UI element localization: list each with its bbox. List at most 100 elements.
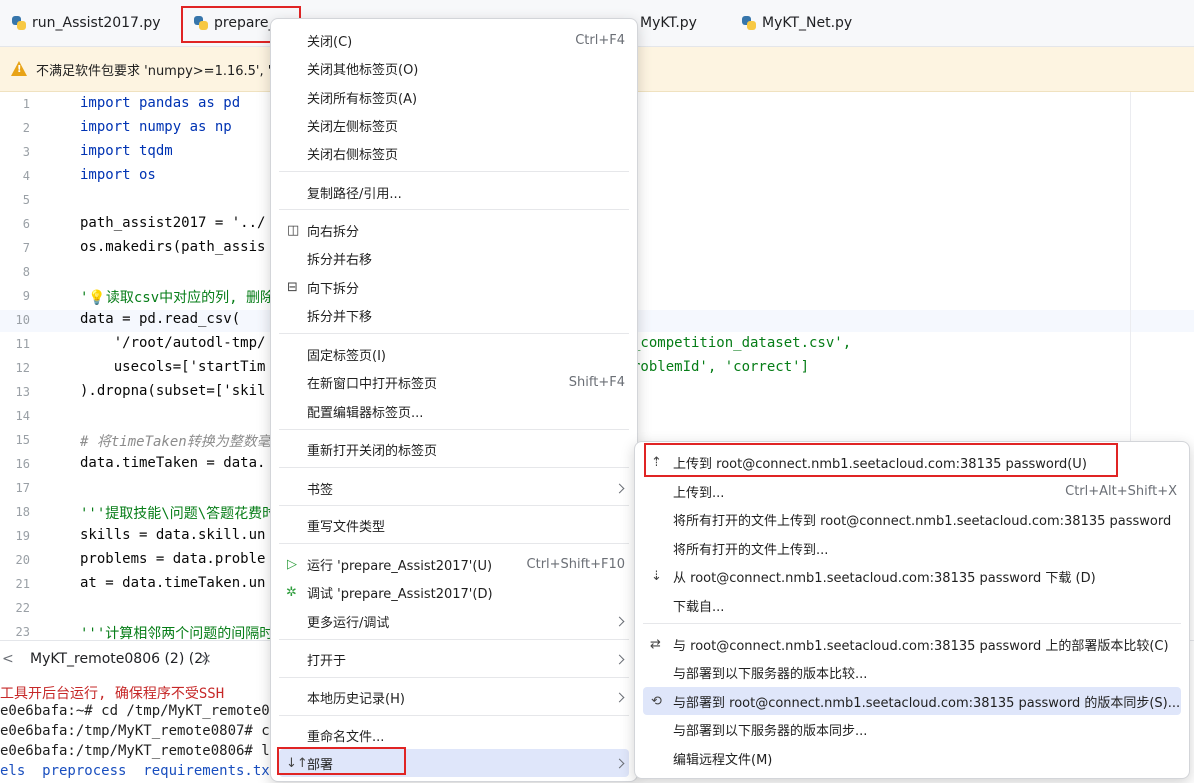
menu-item-compare-with-servers[interactable]: 与部署到以下服务器的版本比较...	[635, 658, 1189, 686]
terminal-line: e0e6bafa:~# cd /tmp/MyKT_remote0	[0, 703, 270, 719]
menu-item-close-all[interactable]: 关闭所有标签页(A)	[271, 83, 637, 111]
menu-item-download-from-server[interactable]: ⇣ 从 root@connect.nmb1.seetacloud.com:3813…	[635, 562, 1189, 590]
menu-item-split-move-down[interactable]: 拆分并下移	[271, 301, 637, 329]
code-line: '/root/autodl-tmp/	[80, 335, 266, 351]
terminal-line: els preprocess requirements.tx	[0, 763, 270, 779]
split-down-icon: ⊟	[287, 279, 298, 295]
line-number: 3	[22, 145, 30, 159]
menu-item-split-move-right[interactable]: 拆分并右移	[271, 244, 637, 272]
line-number: 2	[22, 121, 30, 135]
menu-item-label: 复制路径/引用...	[307, 186, 402, 202]
menu-separator	[279, 505, 629, 506]
menu-separator	[279, 467, 629, 468]
python-file-icon	[12, 16, 26, 30]
menu-item-shortcut: Shift+F4	[568, 374, 625, 390]
terminal-tab[interactable]: MyKT_remote0806 (2) (2)	[30, 651, 209, 667]
menu-item-close-left[interactable]: 关闭左侧标签页	[271, 111, 637, 139]
menu-item-label: 重命名文件...	[307, 729, 385, 745]
menu-item-label: 关闭(C)	[307, 34, 353, 50]
tab-run-assist2017[interactable]: run_Assist2017.py	[12, 0, 161, 46]
tab-context-menu: 关闭(C) Ctrl+F4 关闭其他标签页(O) 关闭所有标签页(A) 关闭左侧标…	[270, 18, 638, 782]
close-icon[interactable]: ×	[200, 651, 212, 667]
menu-item-run[interactable]: ▷ 运行 'prepare_Assist2017'(U) Ctrl+Shift+F1…	[271, 550, 637, 578]
menu-item-close-others[interactable]: 关闭其他标签页(O)	[271, 54, 637, 82]
line-number-gutter: 1 2 3 4 5 6 7 8 9 10 11 12 13 14 15 16 17 18 19 20 21 22 23	[0, 92, 40, 640]
menu-item-upload-to[interactable]: 上传到... Ctrl+Alt+Shift+X	[635, 477, 1189, 505]
menu-item-shortcut: Ctrl+Shift+F10	[526, 556, 625, 572]
menu-item-override-file-type[interactable]: 重写文件类型	[271, 511, 637, 539]
warning-text: 不满足软件包要求 'numpy>=1.16.5', 'p	[36, 64, 280, 79]
menu-item-shortcut: Ctrl+F4	[575, 32, 625, 48]
menu-item-label: 下载自...	[673, 599, 725, 615]
menu-separator	[279, 639, 629, 640]
line-number: 4	[22, 169, 30, 183]
menu-item-sync-with-servers[interactable]: 与部署到以下服务器的版本同步...	[635, 715, 1189, 743]
menu-item-label: 与部署到以下服务器的版本同步...	[673, 723, 868, 739]
line-number: 20	[15, 553, 30, 567]
menu-item-label: 上传到...	[673, 485, 725, 501]
menu-item-label: 关闭所有标签页(A)	[307, 91, 418, 107]
menu-item-bookmarks[interactable]: 书签	[271, 474, 637, 502]
line-number: 21	[15, 577, 30, 591]
code-line: '''提取技能\问题\答题花费时	[80, 506, 277, 522]
line-number: 13	[15, 385, 30, 399]
menu-item-configure-tabs[interactable]: 配置编辑器标签页...	[271, 397, 637, 425]
menu-item-label: 在新窗口中打开标签页	[307, 376, 438, 392]
menu-item-split-down[interactable]: ⊟ 向下拆分	[271, 273, 637, 301]
menu-item-pin-tab[interactable]: 固定标签页(I)	[271, 340, 637, 368]
chevron-right-icon	[614, 654, 625, 664]
sync-icon: ⟲	[651, 693, 662, 709]
menu-separator	[279, 715, 629, 716]
menu-item-reopen-closed[interactable]: 重新打开关闭的标签页	[271, 435, 637, 463]
menu-item-close[interactable]: 关闭(C) Ctrl+F4	[271, 26, 637, 54]
menu-item-label: 运行 'prepare_Assist2017'(U)	[307, 558, 493, 574]
menu-item-label: 重写文件类型	[307, 519, 386, 535]
menu-item-open-in[interactable]: 打开于	[271, 645, 637, 673]
menu-item-label: 关闭左侧标签页	[307, 119, 399, 135]
menu-item-close-right[interactable]: 关闭右侧标签页	[271, 139, 637, 167]
menu-item-local-history[interactable]: 本地历史记录(H)	[271, 683, 637, 711]
menu-item-label: 书签	[307, 482, 334, 498]
menu-item-rename-file[interactable]: 重命名文件...	[271, 721, 637, 749]
menu-item-split-right[interactable]: ◫ 向右拆分	[271, 216, 637, 244]
menu-item-label: 固定标签页(I)	[307, 348, 386, 364]
menu-item-upload-all-open-server[interactable]: 将所有打开的文件上传到 root@connect.nmb1.seetacloud…	[635, 505, 1189, 533]
menu-item-open-new-window[interactable]: 在新窗口中打开标签页 Shift+F4	[271, 368, 637, 396]
menu-item-download-from[interactable]: 下载自...	[635, 591, 1189, 619]
line-number: 14	[15, 409, 30, 423]
menu-item-compare-deployed[interactable]: ⇄ 与 root@connect.nmb1.seetacloud.com:3813…	[635, 630, 1189, 658]
code-line: skills = data.skill.un	[80, 527, 266, 543]
menu-item-label: 与部署到 root@connect.nmb1.seetacloud.com:38…	[673, 695, 1181, 711]
menu-item-label: 本地历史记录(H)	[307, 691, 405, 707]
code-line: os.makedirs(path_assis	[80, 239, 266, 255]
menu-item-edit-remote-file[interactable]: 编辑远程文件(M)	[635, 744, 1189, 772]
code-line: import tqdm	[80, 143, 173, 159]
menu-item-copy-path[interactable]: 复制路径/引用...	[271, 178, 637, 206]
menu-item-label: 更多运行/调试	[307, 615, 390, 631]
menu-item-label: 将所有打开的文件上传到...	[673, 542, 829, 558]
tab-mykt-net[interactable]: MyKT_Net.py	[742, 0, 852, 46]
menu-item-more-run-debug[interactable]: 更多运行/调试	[271, 607, 637, 635]
menu-item-sync-deployed[interactable]: ⟲ 与部署到 root@connect.nmb1.seetacloud.com:3…	[643, 687, 1181, 715]
line-number: 1	[22, 97, 30, 111]
tab-mykt[interactable]: MyKT.py	[640, 0, 697, 46]
compare-icon: ⇄	[650, 636, 661, 652]
deployment-submenu: ⇡ 上传到 root@connect.nmb1.seetacloud.com:38…	[634, 441, 1190, 779]
menu-item-upload-all-open-to[interactable]: 将所有打开的文件上传到...	[635, 534, 1189, 562]
code-fragment: _competition_dataset.csv',	[632, 335, 852, 351]
chevron-left-icon[interactable]: <	[2, 651, 14, 667]
menu-item-label: 配置编辑器标签页...	[307, 405, 424, 421]
menu-item-debug[interactable]: ✲ 调试 'prepare_Assist2017'(D)	[271, 578, 637, 606]
warning-icon: !	[11, 61, 27, 76]
highlight-box-deploy	[277, 747, 406, 775]
code-line: import os	[80, 167, 156, 183]
code-line: at = data.timeTaken.un	[80, 575, 266, 591]
code-line: problems = data.proble	[80, 551, 266, 567]
menu-item-label: 编辑远程文件(M)	[673, 752, 773, 768]
menu-item-label: 重新打开关闭的标签页	[307, 443, 438, 459]
code-line: '💡读取csv中对应的列, 删除	[80, 290, 275, 306]
chevron-right-icon	[614, 483, 625, 493]
code-line: data = pd.read_csv(	[80, 311, 241, 327]
menu-item-shortcut: Ctrl+Alt+Shift+X	[1065, 483, 1177, 499]
line-number: 6	[22, 217, 30, 231]
